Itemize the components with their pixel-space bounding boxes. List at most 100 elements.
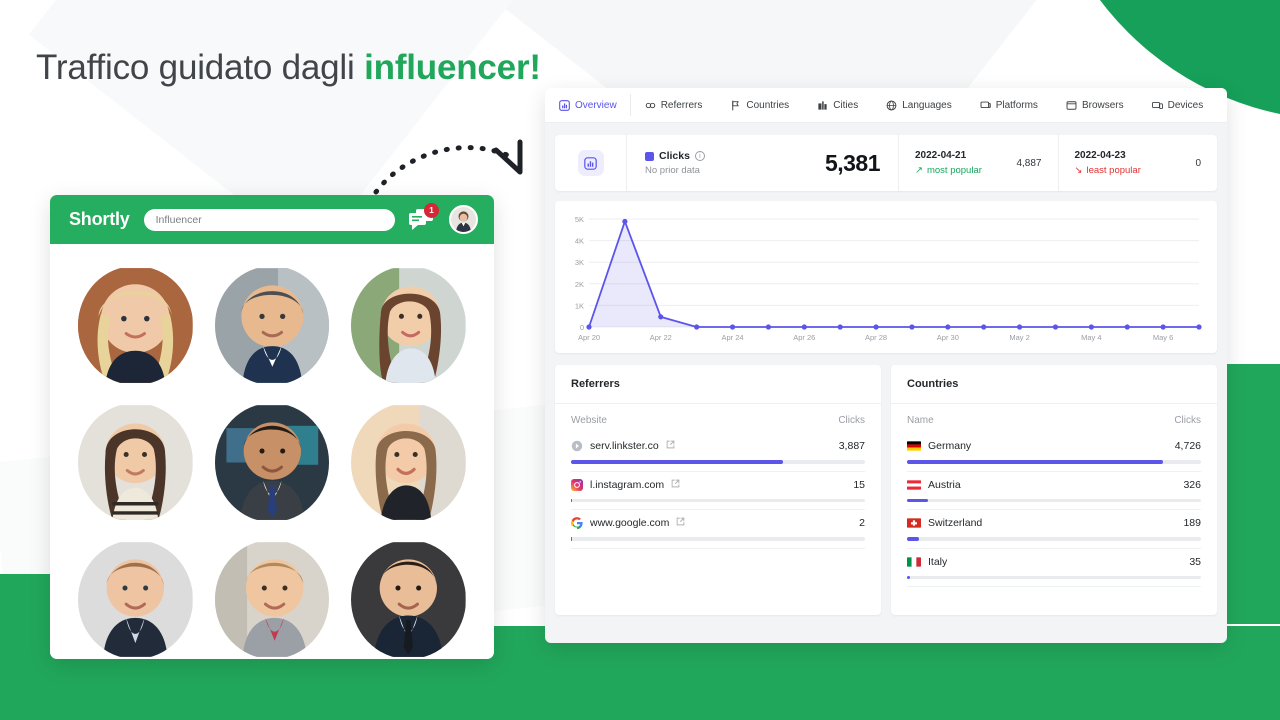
avatar bbox=[78, 403, 193, 522]
most-popular-stat: 2022-04-21 ↗ most popular 4,887 bbox=[899, 135, 1059, 191]
row-name: l.instagram.com bbox=[571, 478, 680, 491]
list-item[interactable] bbox=[78, 266, 193, 385]
row-label: serv.linkster.co bbox=[590, 440, 659, 452]
tab-countries[interactable]: Countries bbox=[716, 88, 803, 122]
countries-col-name: Name bbox=[907, 415, 934, 426]
row-separator bbox=[571, 547, 865, 549]
svg-text:Apr 20: Apr 20 bbox=[578, 333, 600, 342]
table-row[interactable]: Austria 326 bbox=[891, 472, 1217, 510]
table-row[interactable]: l.instagram.com 15 bbox=[555, 472, 881, 510]
page-title-accent: influencer! bbox=[364, 48, 541, 87]
bottom-panels: Referrers Website Clicks serv.linkster.c… bbox=[555, 365, 1217, 615]
svg-text:4K: 4K bbox=[575, 237, 584, 246]
list-item[interactable] bbox=[351, 403, 466, 522]
page-title: Traffico guidato dagli influencer! bbox=[36, 48, 541, 88]
tab-label: Countries bbox=[746, 99, 790, 111]
row-label: Italy bbox=[928, 555, 948, 568]
info-icon[interactable]: i bbox=[694, 151, 705, 161]
external-link-icon[interactable] bbox=[666, 440, 675, 452]
table-row[interactable]: Germany 4,726 bbox=[891, 433, 1217, 472]
table-row[interactable]: serv.linkster.co 3,887 bbox=[555, 433, 881, 472]
avatar bbox=[78, 266, 193, 385]
most-popular-date: 2022-04-21 bbox=[915, 150, 967, 161]
referrers-title: Referrers bbox=[555, 365, 881, 404]
referrers-panel: Referrers Website Clicks serv.linkster.c… bbox=[555, 365, 881, 615]
avatar bbox=[351, 266, 466, 385]
list-item[interactable] bbox=[351, 266, 466, 385]
table-row[interactable]: www.google.com 2 bbox=[555, 510, 881, 549]
most-popular-label: most popular bbox=[926, 165, 982, 176]
row-name: Austria bbox=[907, 479, 961, 491]
row-bar-track bbox=[907, 460, 1201, 464]
tab-browsers[interactable]: Browsers bbox=[1052, 88, 1138, 122]
least-popular-tag: ↘ least popular bbox=[1075, 165, 1196, 176]
row-bar-fill bbox=[907, 575, 910, 579]
list-item[interactable] bbox=[78, 403, 193, 522]
svg-text:Apr 28: Apr 28 bbox=[865, 333, 887, 342]
referrers-rows: serv.linkster.co 3,887 l.instagram.com 15 ww… bbox=[555, 433, 881, 549]
row-value: 3,887 bbox=[838, 440, 865, 452]
least-popular-stat: 2022-04-23 ↘ least popular 0 bbox=[1059, 135, 1218, 191]
flag-icon bbox=[730, 100, 741, 111]
svg-text:3K: 3K bbox=[575, 258, 584, 267]
flag-icon-it bbox=[907, 556, 921, 567]
metric-subtext: No prior data bbox=[645, 165, 700, 176]
svg-text:Apr 22: Apr 22 bbox=[650, 333, 672, 342]
flag-icon-ch bbox=[907, 518, 921, 528]
svg-text:May 4: May 4 bbox=[1081, 333, 1101, 342]
tab-cities[interactable]: Cities bbox=[803, 88, 872, 122]
row-bar-track bbox=[907, 537, 1201, 541]
row-bar-track bbox=[907, 498, 1201, 502]
avatar bbox=[214, 540, 330, 659]
tab-overview[interactable]: Overview bbox=[545, 88, 631, 122]
countries-rows: Germany 4,726 Austria 326 Switzerland 189 Ital… bbox=[891, 433, 1217, 587]
tab-referrers[interactable]: Referrers bbox=[631, 88, 717, 122]
legend-swatch bbox=[645, 151, 654, 161]
table-row[interactable]: Italy 35 bbox=[891, 549, 1217, 587]
list-item[interactable] bbox=[214, 540, 330, 659]
row-bar-track bbox=[571, 537, 865, 541]
metric-total: 5,381 bbox=[824, 149, 881, 176]
flag-icon-at bbox=[907, 479, 921, 490]
external-link-icon[interactable] bbox=[671, 479, 680, 491]
monitor-icon bbox=[980, 100, 991, 111]
tab-label: Platforms bbox=[995, 99, 1038, 111]
svg-text:May 2: May 2 bbox=[1009, 333, 1029, 342]
analytics-dashboard: Overview Referrers Countries Cities Lang… bbox=[545, 88, 1227, 643]
row-label: Switzerland bbox=[928, 517, 983, 529]
row-label: l.instagram.com bbox=[590, 478, 665, 491]
tab-languages[interactable]: Languages bbox=[872, 88, 966, 122]
referrers-col-value: Clicks bbox=[838, 415, 865, 426]
tab-devices[interactable]: Devices bbox=[1138, 88, 1218, 122]
tab-label: Languages bbox=[902, 99, 952, 111]
row-bar-fill bbox=[907, 498, 928, 502]
link-icon bbox=[645, 100, 656, 111]
referrers-col-name: Website bbox=[571, 415, 607, 426]
table-row[interactable]: Switzerland 189 bbox=[891, 510, 1217, 549]
row-value: 15 bbox=[853, 478, 865, 491]
row-value: 189 bbox=[1183, 517, 1201, 529]
tab-label: Overview bbox=[575, 99, 617, 111]
tab-platforms[interactable]: Platforms bbox=[966, 88, 1052, 122]
stats-summary-card: Clicks i No prior data 5,381 2022-04-21 … bbox=[555, 135, 1217, 191]
list-item[interactable] bbox=[351, 540, 466, 659]
svg-text:May 6: May 6 bbox=[1153, 333, 1173, 342]
search-input[interactable]: Influencer bbox=[143, 208, 395, 231]
referrers-column-headers: Website Clicks bbox=[555, 404, 881, 433]
devices-icon bbox=[1151, 100, 1163, 111]
row-bar-track bbox=[571, 498, 865, 502]
external-link-icon[interactable] bbox=[676, 517, 685, 529]
influencer-grid bbox=[50, 244, 494, 659]
list-item[interactable] bbox=[214, 266, 330, 385]
shortly-logo[interactable]: Shortly bbox=[69, 209, 130, 230]
buildings-icon bbox=[817, 100, 828, 111]
row-bar-fill bbox=[907, 460, 1163, 464]
avatar bbox=[214, 403, 330, 522]
countries-col-value: Clicks bbox=[1174, 415, 1201, 426]
flag-icon-de bbox=[907, 441, 921, 451]
tab-label: Browsers bbox=[1081, 99, 1124, 111]
list-item[interactable] bbox=[214, 403, 330, 522]
arrow-down-icon: ↘ bbox=[1074, 165, 1083, 176]
list-item[interactable] bbox=[78, 540, 193, 659]
svg-text:5K: 5K bbox=[575, 215, 584, 224]
